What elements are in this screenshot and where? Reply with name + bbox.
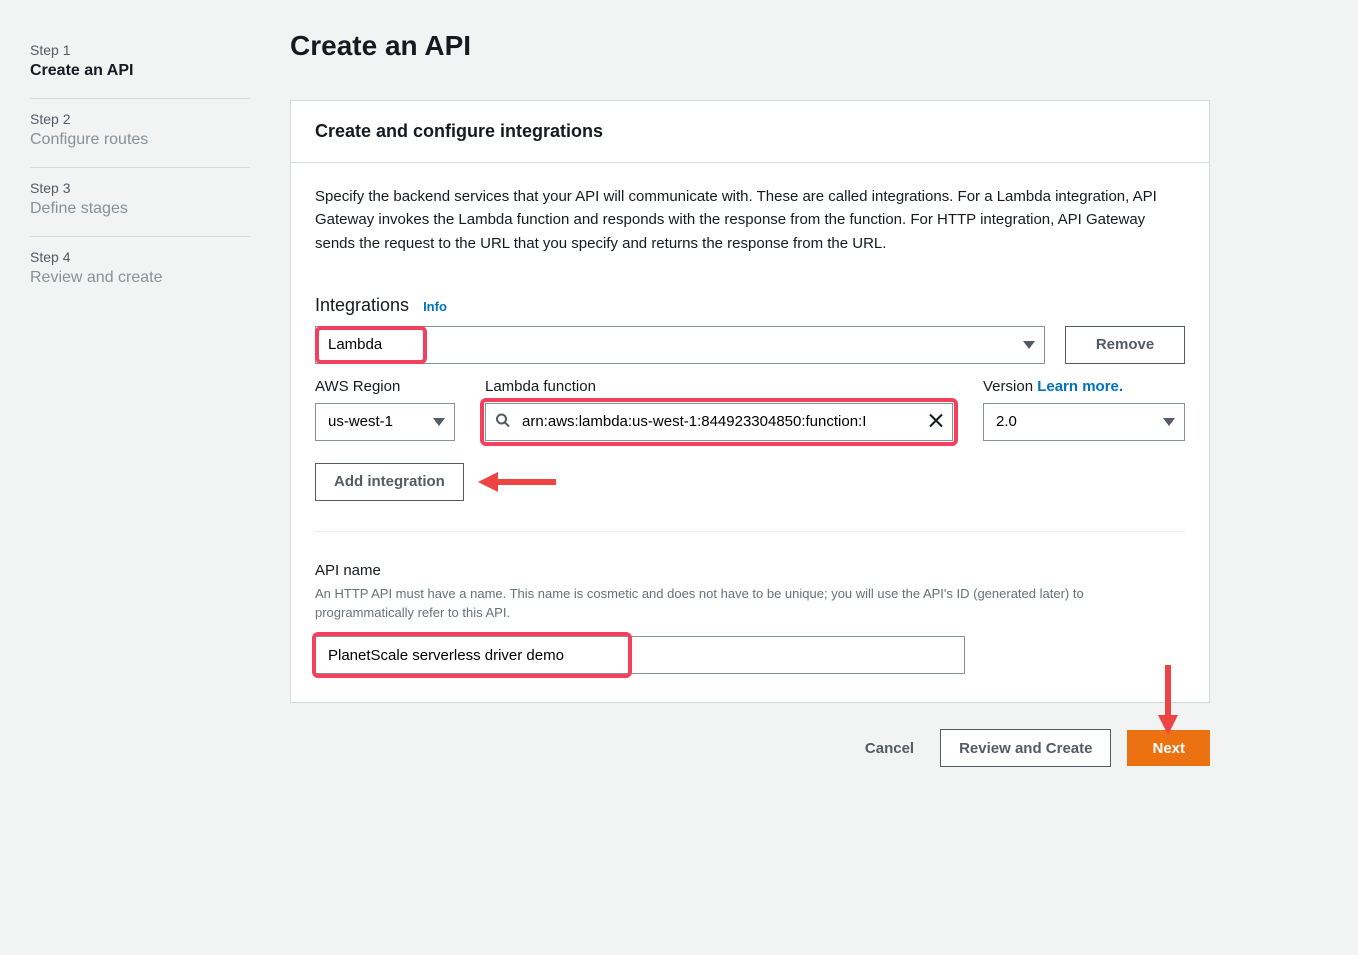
panel-header: Create and configure integrations <box>291 101 1209 163</box>
learn-more-link[interactable]: Learn more. <box>1037 378 1123 395</box>
integration-type-select[interactable]: Lambda <box>315 326 1045 364</box>
clear-icon[interactable] <box>929 413 943 430</box>
page-title: Create an API <box>290 30 1210 62</box>
search-icon <box>495 412 511 431</box>
divider <box>315 531 1185 532</box>
step-title: Create an API <box>30 62 250 80</box>
version-label: Version <box>983 378 1037 395</box>
aws-region-select[interactable]: us-west-1 <box>315 403 455 441</box>
arrow-annotation <box>478 470 556 494</box>
arrow-annotation <box>1156 665 1180 738</box>
step-title: Review and create <box>30 269 250 287</box>
step-title: Configure routes <box>30 131 250 149</box>
panel-description: Specify the backend services that your A… <box>315 185 1185 255</box>
footer-actions: Cancel Review and Create Next <box>290 729 1210 767</box>
wizard-steps-sidebar: Step 1 Create an API Step 2 Configure ro… <box>30 30 250 767</box>
add-integration-button[interactable]: Add integration <box>315 463 464 501</box>
step-title: Define stages <box>30 200 250 218</box>
step-number: Step 3 <box>30 180 250 196</box>
main-content: Create an API Create and configure integ… <box>290 30 1210 767</box>
lambda-function-label: Lambda function <box>485 378 953 395</box>
integrations-panel: Create and configure integrations Specif… <box>290 100 1210 703</box>
remove-integration-button[interactable]: Remove <box>1065 326 1185 364</box>
version-select[interactable]: 2.0 <box>983 403 1185 441</box>
panel-heading: Create and configure integrations <box>315 121 1185 142</box>
info-link[interactable]: Info <box>423 299 447 314</box>
review-and-create-button[interactable]: Review and Create <box>940 729 1111 767</box>
step-3[interactable]: Step 3 Define stages <box>30 168 250 237</box>
integration-type-select-wrap: Lambda <box>315 326 1045 364</box>
api-name-help: An HTTP API must have a name. This name … <box>315 585 1175 623</box>
step-1[interactable]: Step 1 Create an API <box>30 30 250 99</box>
step-2[interactable]: Step 2 Configure routes <box>30 99 250 168</box>
step-4[interactable]: Step 4 Review and create <box>30 237 250 305</box>
lambda-function-input[interactable] <box>485 403 953 441</box>
aws-region-label: AWS Region <box>315 378 455 395</box>
api-name-input[interactable] <box>315 636 965 674</box>
step-number: Step 2 <box>30 111 250 127</box>
step-number: Step 1 <box>30 42 250 58</box>
integrations-heading: Integrations <box>315 295 409 316</box>
step-number: Step 4 <box>30 249 250 265</box>
api-name-label: API name <box>315 562 1185 579</box>
cancel-button[interactable]: Cancel <box>855 732 924 765</box>
